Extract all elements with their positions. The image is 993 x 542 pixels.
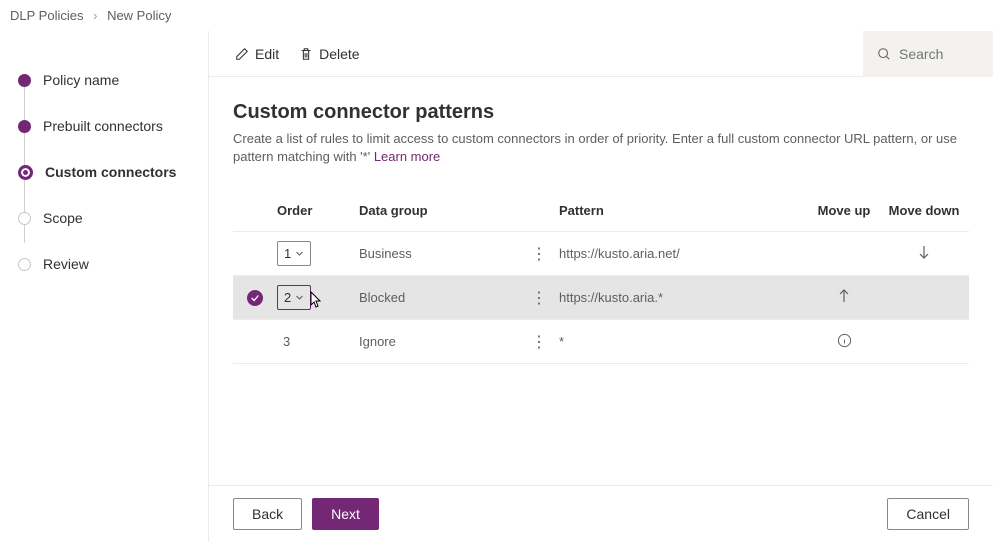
- chevron-down-icon: [295, 293, 304, 302]
- arrow-up-icon: [836, 288, 852, 304]
- step-scope[interactable]: Scope: [18, 195, 194, 241]
- data-group-cell: Blocked: [359, 290, 519, 305]
- header-order[interactable]: Order: [277, 203, 359, 218]
- step-dot-done-icon: [18, 74, 31, 87]
- info-button[interactable]: [809, 333, 879, 351]
- search-input[interactable]: [899, 46, 979, 62]
- page-title: Custom connector patterns: [233, 101, 969, 124]
- move-down-button[interactable]: [879, 244, 969, 263]
- table-row[interactable]: 2 Blocked ⋮ https://kusto.aria.*: [233, 276, 969, 320]
- cancel-button[interactable]: Cancel: [887, 498, 969, 530]
- header-move-down[interactable]: Move down: [879, 203, 969, 218]
- row-menu-button[interactable]: ⋮: [519, 332, 559, 352]
- order-dropdown[interactable]: 1: [277, 241, 311, 266]
- footer: Back Next Cancel: [209, 485, 993, 542]
- row-menu-button[interactable]: ⋮: [519, 244, 559, 264]
- table-row[interactable]: 1 Business ⋮ https://kusto.aria.net/: [233, 232, 969, 276]
- search-box[interactable]: [863, 31, 993, 77]
- wizard-sidebar: Policy name Prebuilt connectors Custom c…: [0, 31, 208, 542]
- breadcrumb-root[interactable]: DLP Policies: [10, 8, 83, 23]
- back-button[interactable]: Back: [233, 498, 302, 530]
- header-data-group[interactable]: Data group: [359, 203, 519, 218]
- step-dot-current-icon: [18, 165, 33, 180]
- patterns-table: Order Data group Pattern Move up Move do…: [233, 190, 969, 364]
- order-dropdown[interactable]: 2: [277, 285, 311, 310]
- step-policy-name[interactable]: Policy name: [18, 57, 194, 103]
- next-button[interactable]: Next: [312, 498, 379, 530]
- chevron-down-icon: [295, 249, 304, 258]
- toolbar: Edit Delete: [209, 31, 993, 77]
- breadcrumb-current: New Policy: [107, 8, 171, 23]
- data-group-cell: Ignore: [359, 334, 519, 349]
- delete-button[interactable]: Delete: [289, 40, 369, 68]
- row-menu-button[interactable]: ⋮: [519, 288, 559, 308]
- data-group-cell: Business: [359, 246, 519, 261]
- edit-icon: [235, 47, 249, 61]
- table-row[interactable]: 3 Ignore ⋮ *: [233, 320, 969, 364]
- pattern-cell: https://kusto.aria.*: [559, 290, 809, 305]
- search-icon: [877, 47, 891, 61]
- page-description: Create a list of rules to limit access t…: [233, 130, 969, 166]
- step-dot-done-icon: [18, 120, 31, 133]
- step-dot-future-icon: [18, 258, 31, 271]
- pattern-cell: https://kusto.aria.net/: [559, 246, 809, 261]
- table-header: Order Data group Pattern Move up Move do…: [233, 190, 969, 232]
- breadcrumb: DLP Policies › New Policy: [0, 0, 993, 31]
- step-dot-future-icon: [18, 212, 31, 225]
- breadcrumb-separator: ›: [93, 8, 97, 23]
- info-icon: [837, 333, 852, 348]
- step-review[interactable]: Review: [18, 241, 194, 287]
- header-move-up[interactable]: Move up: [809, 203, 879, 218]
- edit-button[interactable]: Edit: [225, 40, 289, 68]
- step-custom-connectors[interactable]: Custom connectors: [18, 149, 194, 195]
- header-pattern[interactable]: Pattern: [559, 203, 809, 218]
- delete-icon: [299, 47, 313, 61]
- row-select[interactable]: [233, 290, 277, 306]
- pattern-cell: *: [559, 334, 809, 349]
- arrow-down-icon: [916, 244, 932, 260]
- step-prebuilt-connectors[interactable]: Prebuilt connectors: [18, 103, 194, 149]
- learn-more-link[interactable]: Learn more: [374, 149, 440, 164]
- checkmark-icon: [247, 290, 263, 306]
- move-up-button[interactable]: [809, 288, 879, 307]
- order-value: 3: [277, 334, 290, 349]
